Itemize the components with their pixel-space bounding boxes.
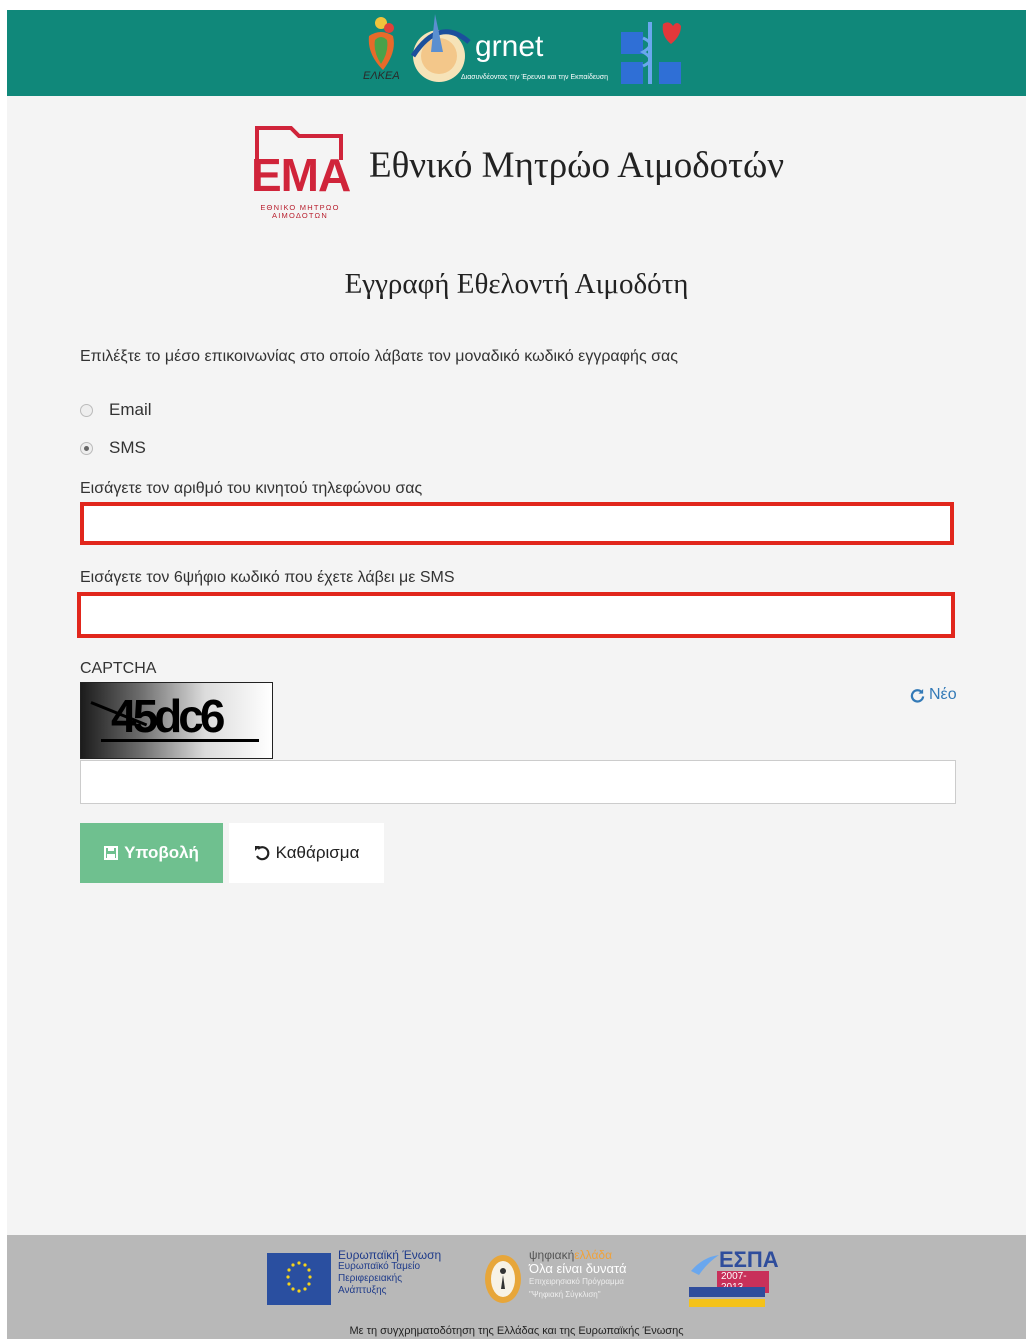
sms-code-input[interactable] — [77, 592, 955, 638]
grnet-logo: grnet Διασυνδέοντας την Έρευνα και την Ε… — [403, 12, 613, 92]
eu-line2: Ευρωπαϊκό Ταμείο — [338, 1261, 421, 1272]
radio-option-sms[interactable]: SMS — [80, 437, 146, 459]
ema-logo: ΕΜΑ ΕΘΝΙΚΟ ΜΗΤΡΩΟ ΑΙΜΟΔΟΤΩΝ — [251, 122, 351, 226]
captcha-label: CAPTCHA — [80, 660, 157, 677]
clear-button[interactable]: Καθάρισμα — [229, 823, 384, 883]
digital-greece-text: ψηφιακήελλάδα Όλα είναι δυνατά Επιχειρησ… — [529, 1249, 627, 1301]
digital-line1b: ελλάδα — [574, 1248, 613, 1262]
captcha-underline — [101, 739, 259, 742]
grnet-tagline: Διασυνδέοντας την Έρευνα και την Εκπαίδε… — [461, 74, 609, 81]
submit-button[interactable]: Υποβολή — [80, 823, 223, 883]
medical-caduceus-logo — [619, 20, 683, 86]
ema-logo-line2: ΑΙΜΟΔΟΤΩΝ — [272, 211, 328, 220]
grnet-name: grnet — [475, 30, 544, 63]
captcha-refresh-label: Νέο — [929, 686, 957, 703]
espa-logo: ΕΣΠΑ 2007-2013 — [689, 1247, 779, 1309]
header-bar: ΕΛΚΕΑ grnet Διασυνδέοντας την Έρευνα και… — [7, 10, 1026, 96]
radio-sms-label: SMS — [109, 438, 146, 457]
channel-prompt: Επιλέξτε το μέσο επικοινωνίας στο οποίο … — [80, 348, 678, 365]
ema-logo-subtitle: ΕΘΝΙΚΟ ΜΗΤΡΩΟ ΑΙΜΟΔΟΤΩΝ — [253, 204, 347, 220]
clear-button-label: Καθάρισμα — [275, 843, 360, 862]
phone-label: Εισάγετε τον αριθμό του κινητού τηλεφώνο… — [80, 480, 423, 497]
footer-caption: Με τη συγχρηματοδότηση της Ελλάδας και τ… — [349, 1325, 684, 1337]
eu-line4: Ανάπτυξης — [338, 1285, 387, 1296]
eu-flag-icon — [267, 1253, 331, 1305]
captcha-image: 45dc6 — [80, 682, 273, 759]
undo-icon — [254, 846, 269, 861]
radio-email[interactable] — [80, 403, 93, 417]
espa-bar-yellow — [689, 1299, 765, 1307]
sms-code-label: Εισάγετε τον 6ψήφιο κωδικό που έχετε λάβ… — [80, 569, 455, 586]
ema-logo-word: ΕΜΑ — [251, 149, 351, 201]
submit-button-label: Υποβολή — [124, 843, 199, 862]
digital-greece-icon — [483, 1253, 523, 1305]
radio-sms[interactable] — [80, 441, 93, 455]
elkea-name: ΕΛΚΕΑ — [363, 70, 400, 82]
page: ΕΛΚΕΑ grnet Διασυνδέοντας την Έρευνα και… — [7, 10, 1026, 1339]
eu-line1: Ευρωπαϊκή Ένωση — [338, 1248, 442, 1262]
radio-option-email[interactable]: Email — [80, 399, 152, 421]
save-icon — [104, 846, 119, 860]
site-title: Εθνικό Μητρώο Αιμοδοτών — [369, 145, 785, 186]
digital-line2: Όλα είναι δυνατά — [529, 1261, 627, 1276]
digital-line4: "Ψηφιακή Σύγκλιση" — [529, 1290, 601, 1299]
digital-line3: Επιχειρησιακό Πρόγραμμα — [529, 1277, 624, 1286]
espa-word: ΕΣΠΑ — [719, 1247, 779, 1272]
captcha-refresh-link[interactable]: Νέο — [910, 686, 957, 704]
captcha-input[interactable] — [80, 760, 956, 804]
refresh-icon — [910, 688, 925, 703]
radio-selected-dot — [84, 445, 89, 451]
digital-line1: ψηφιακή — [529, 1248, 575, 1262]
radio-email-label: Email — [109, 400, 152, 419]
captcha-text: 45dc6 — [111, 690, 225, 742]
phone-input[interactable] — [80, 502, 954, 545]
footer: Ευρωπαϊκή Ένωση Ευρωπαϊκό Ταμείο Περιφερ… — [7, 1235, 1026, 1339]
eu-fund-text: Ευρωπαϊκή Ένωση Ευρωπαϊκό Ταμείο Περιφερ… — [338, 1249, 441, 1297]
brand: ΕΜΑ ΕΘΝΙΚΟ ΜΗΤΡΩΟ ΑΙΜΟΔΟΤΩΝ Εθνικό Μητρώ… — [251, 122, 811, 232]
espa-bar — [689, 1287, 765, 1297]
page-title: Εγγραφή Εθελοντή Αιμοδότη — [344, 268, 689, 300]
elkea-logo: ΕΛΚΕΑ — [353, 14, 409, 94]
eu-line3: Περιφερειακής — [338, 1273, 403, 1284]
